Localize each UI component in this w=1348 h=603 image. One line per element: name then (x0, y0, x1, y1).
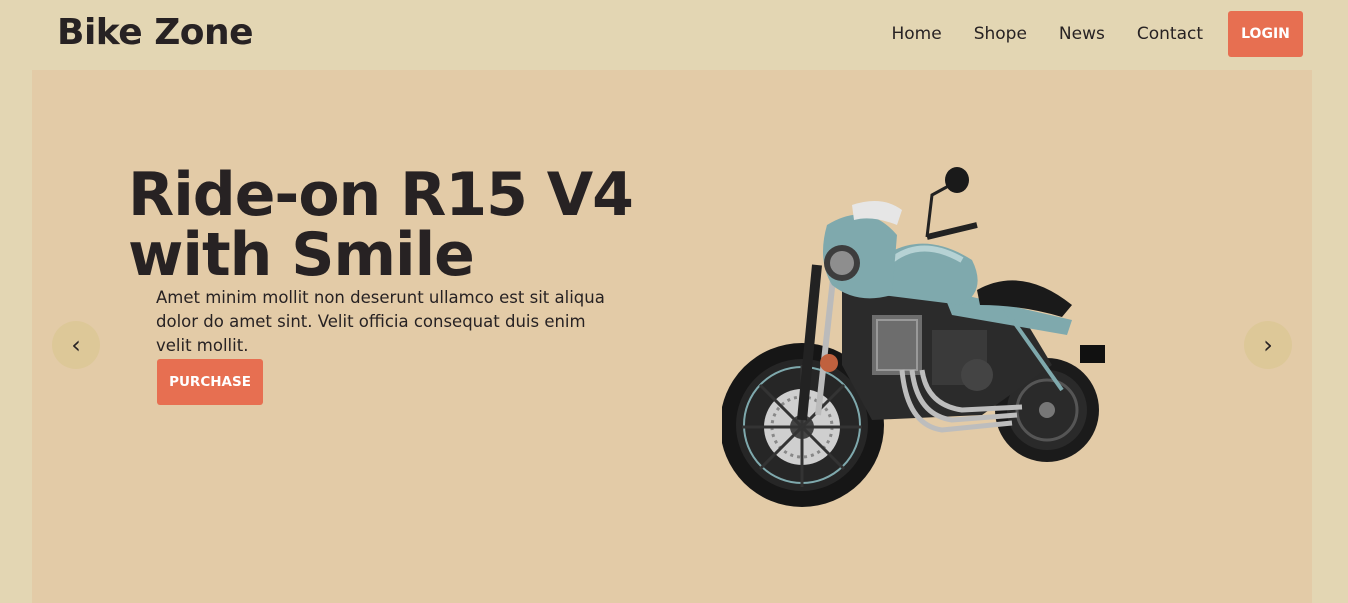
brand-logo[interactable]: Bike Zone (57, 12, 254, 53)
nav-link-home[interactable]: Home (892, 24, 942, 44)
nav-links: Home Shope News Contact LOGIN (892, 11, 1303, 57)
hero-carousel: Ride-on R15 V4 with Smile Amet minim mol… (32, 70, 1312, 603)
hero-title: Ride-on R15 V4 with Smile (128, 165, 688, 285)
motorcycle-image (722, 167, 1105, 507)
nav-link-shope[interactable]: Shope (974, 24, 1027, 44)
nav-link-news[interactable]: News (1059, 24, 1105, 44)
chevron-left-icon: ‹ (71, 331, 81, 359)
chevron-right-icon: › (1263, 331, 1273, 359)
nav-link-contact[interactable]: Contact (1137, 24, 1203, 44)
purchase-button[interactable]: PURCHASE (157, 359, 263, 405)
navbar: Bike Zone Home Shope News Contact LOGIN (0, 0, 1348, 70)
carousel-prev-button[interactable]: ‹ (52, 321, 100, 369)
hero-description: Amet minim mollit non deserunt ullamco e… (156, 288, 605, 355)
login-button[interactable]: LOGIN (1228, 11, 1303, 57)
hero-title-line2: with Smile (128, 220, 475, 290)
carousel-next-button[interactable]: › (1244, 321, 1292, 369)
